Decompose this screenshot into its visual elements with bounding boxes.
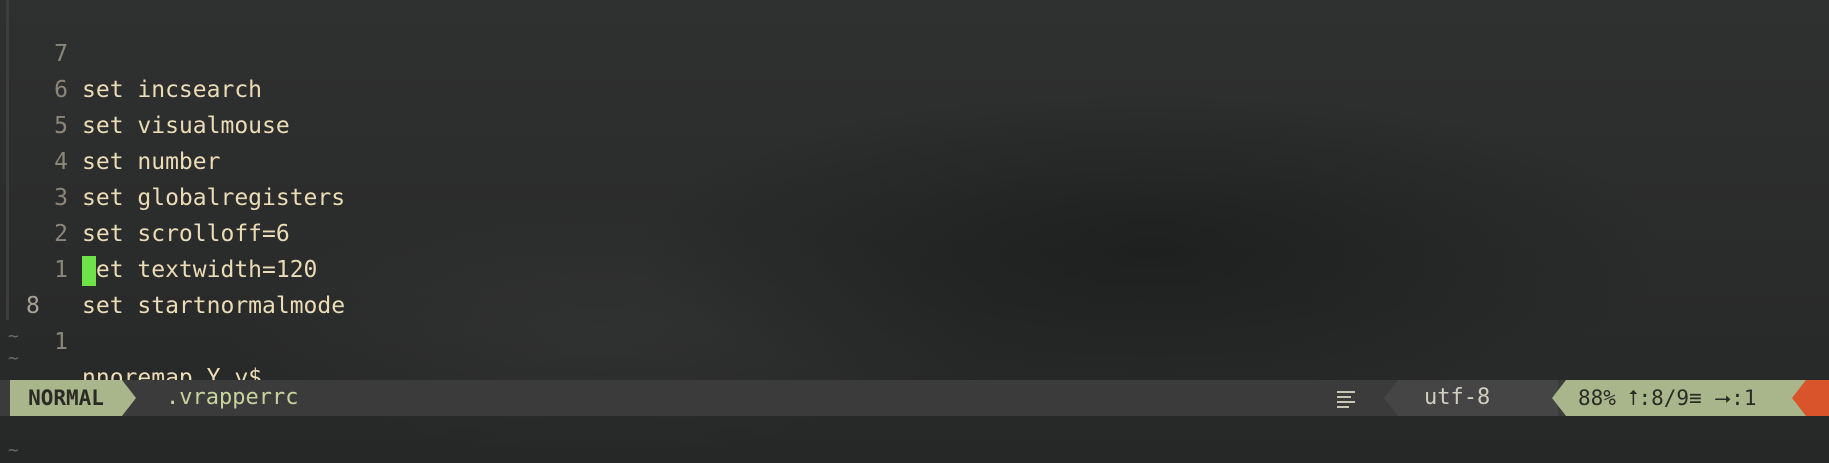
line-number: 1 bbox=[54, 329, 68, 355]
editor-line[interactable]: 4 set globalregisters bbox=[0, 108, 1829, 211]
empty-line-marker: ~ bbox=[8, 348, 19, 369]
position-separator bbox=[1552, 380, 1566, 416]
editor-line[interactable]: 2 set textwidth=120 bbox=[0, 180, 1829, 283]
text-cursor bbox=[82, 256, 96, 286]
column-position: :1 bbox=[1731, 386, 1757, 410]
warning-segment bbox=[1806, 380, 1829, 416]
status-line: NORMAL .vrapperrc utf-8 88% ⭡:8/9≡ ⭢:1 bbox=[0, 380, 1829, 416]
line-position: :8/9 bbox=[1638, 386, 1690, 410]
current-line[interactable]: 8 bbox=[0, 252, 1829, 319]
encoding-separator bbox=[1384, 380, 1398, 416]
editor-line[interactable]: 1 nnoremap Y y$ bbox=[0, 288, 1829, 391]
column-number-icon: ⭢ bbox=[1714, 386, 1732, 410]
editor-line[interactable]: 3 set scrolloff=6 bbox=[0, 144, 1829, 247]
file-encoding: utf-8 bbox=[1424, 385, 1491, 410]
total-lines-icon: ≡ bbox=[1689, 386, 1702, 410]
cursor-position: 88% ⭡:8/9≡ ⭢:1 bbox=[1578, 380, 1756, 416]
editor-line[interactable]: 7 set incsearch bbox=[0, 0, 1829, 103]
lines-format-icon bbox=[1337, 391, 1355, 408]
editor-area[interactable]: 7 set incsearch 6 set visualmouse 5 set … bbox=[0, 0, 1829, 391]
file-name: .vrapperrc bbox=[166, 385, 299, 410]
line-number-icon: ⭡ bbox=[1628, 386, 1639, 410]
warning-separator bbox=[1792, 380, 1806, 416]
editor-line[interactable]: 6 set visualmouse bbox=[0, 36, 1829, 139]
mode-separator bbox=[122, 380, 136, 416]
mode-indicator: NORMAL bbox=[10, 380, 122, 416]
empty-line-marker: ~ bbox=[8, 440, 19, 461]
editor-line[interactable]: 5 set number bbox=[0, 72, 1829, 175]
editor-line[interactable]: 1 set startnormalmode bbox=[0, 216, 1829, 319]
scroll-percent: 88% bbox=[1578, 386, 1616, 410]
empty-line-marker: ~ bbox=[8, 326, 19, 347]
